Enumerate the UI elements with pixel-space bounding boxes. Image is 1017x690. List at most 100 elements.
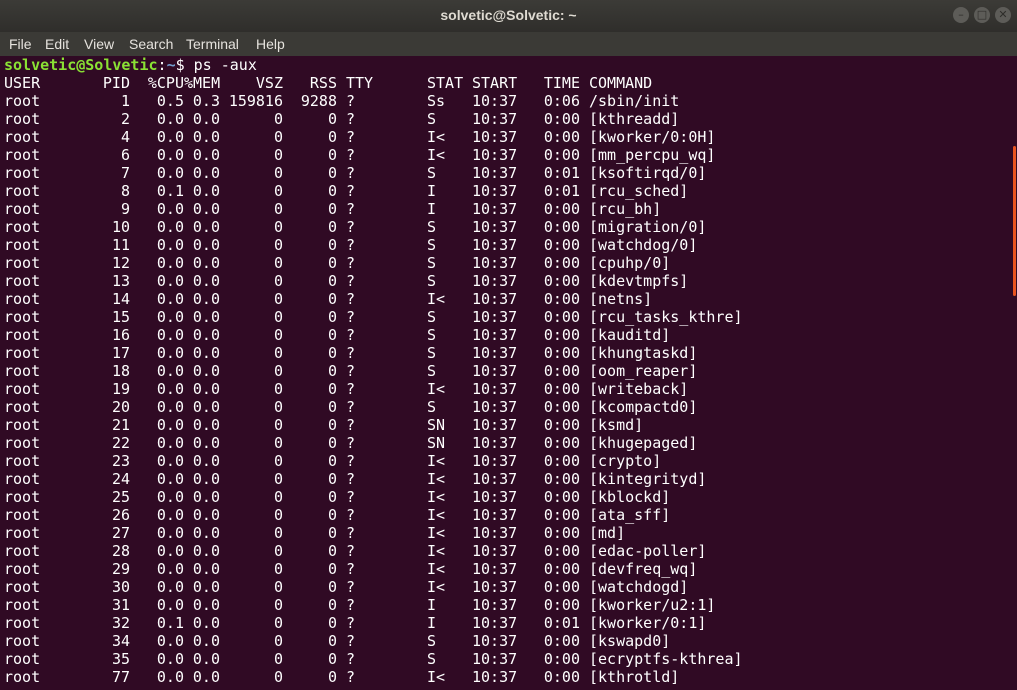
cell-cmd: [kthreadd]	[589, 110, 680, 128]
cell-cpu: 0.0	[156, 128, 184, 146]
cell-mem: 0.0	[192, 362, 220, 380]
cell-stat: I<	[427, 470, 446, 488]
cell-tty: ?	[346, 254, 356, 272]
cell-user: root	[4, 344, 41, 362]
cell-cmd: [crypto]	[589, 452, 662, 470]
cell-cmd: [ksoftirqd/0]	[589, 164, 707, 182]
cell-time: 0:00	[543, 272, 580, 290]
cell-time: 0:00	[543, 470, 580, 488]
cell-tty: ?	[346, 182, 356, 200]
cell-cpu: 0.0	[156, 344, 184, 362]
cell-cmd: [rcu_tasks_kthre]	[589, 308, 743, 326]
terminal-output[interactable]: solvetic@Solvetic:~$ ps -aux USER PID %CPU…	[0, 56, 1013, 690]
cell-mem: 0.0	[192, 164, 220, 182]
header-pid: PID	[102, 74, 130, 92]
cell-time: 0:01	[543, 164, 580, 182]
cell-cmd: [khungtaskd]	[589, 344, 698, 362]
cell-time: 0:01	[543, 182, 580, 200]
cell-rss: 0	[327, 524, 337, 542]
cell-pid: 6	[120, 146, 130, 164]
cell-start: 10:37	[472, 290, 518, 308]
cell-time: 0:00	[543, 362, 580, 380]
cell-cpu: 0.0	[156, 668, 184, 686]
cell-start: 10:37	[472, 668, 518, 686]
cell-user: root	[4, 146, 41, 164]
cell-vsz: 0	[273, 200, 283, 218]
cell-stat: I	[427, 596, 437, 614]
cell-tty: ?	[346, 632, 356, 650]
cell-user: root	[4, 506, 41, 524]
cell-cpu: 0.0	[156, 416, 184, 434]
cell-start: 10:37	[472, 146, 518, 164]
cell-time: 0:00	[543, 668, 580, 686]
cell-cpu: 0.0	[156, 650, 184, 668]
cell-stat: I	[427, 182, 437, 200]
close-button[interactable]: ✕	[995, 7, 1011, 23]
cell-mem: 0.0	[192, 596, 220, 614]
cell-rss: 0	[327, 236, 337, 254]
cell-tty: ?	[346, 542, 356, 560]
menu-file[interactable]: File	[9, 36, 32, 52]
cell-user: root	[4, 560, 41, 578]
cell-rss: 0	[327, 650, 337, 668]
scrollbar-thumb[interactable]	[1013, 146, 1016, 296]
cell-stat: I<	[427, 452, 446, 470]
cell-rss: 0	[327, 254, 337, 272]
cell-cpu: 0.0	[156, 254, 184, 272]
cell-mem: 0.0	[192, 524, 220, 542]
title-bar[interactable]: solvetic@Solvetic: ~ – □ ✕	[0, 0, 1017, 32]
cell-time: 0:00	[543, 398, 580, 416]
cell-cmd: [netns]	[589, 290, 653, 308]
menu-edit[interactable]: Edit	[45, 36, 69, 52]
cell-user: root	[4, 416, 41, 434]
cell-mem: 0.0	[192, 434, 220, 452]
cell-stat: I	[427, 614, 437, 632]
cell-tty: ?	[346, 308, 356, 326]
cell-vsz: 0	[273, 668, 283, 686]
cell-cpu: 0.0	[156, 308, 184, 326]
cell-cpu: 0.0	[156, 146, 184, 164]
cell-pid: 16	[111, 326, 130, 344]
cell-pid: 29	[111, 560, 130, 578]
cell-user: root	[4, 596, 41, 614]
scrollbar[interactable]	[1013, 56, 1017, 690]
header-rss: RSS	[309, 74, 337, 92]
cell-time: 0:00	[543, 560, 580, 578]
prompt-symbol: $	[175, 56, 185, 74]
cell-cpu: 0.0	[156, 218, 184, 236]
cell-stat: I<	[427, 380, 446, 398]
cell-mem: 0.0	[192, 146, 220, 164]
cell-stat: S	[427, 632, 437, 650]
cell-time: 0:00	[543, 416, 580, 434]
menu-help[interactable]: Help	[256, 36, 285, 52]
menu-view[interactable]: View	[84, 36, 114, 52]
cell-pid: 77	[111, 668, 130, 686]
cell-pid: 30	[111, 578, 130, 596]
cell-vsz: 0	[273, 254, 283, 272]
cell-start: 10:37	[472, 326, 518, 344]
cell-cpu: 0.0	[156, 362, 184, 380]
cell-rss: 0	[327, 110, 337, 128]
cell-vsz: 0	[273, 560, 283, 578]
cell-pid: 28	[111, 542, 130, 560]
menu-search[interactable]: Search	[129, 36, 173, 52]
cell-vsz: 0	[273, 416, 283, 434]
cell-time: 0:00	[543, 254, 580, 272]
maximize-button[interactable]: □	[974, 7, 990, 23]
menu-terminal[interactable]: Terminal	[186, 36, 239, 52]
cell-cpu: 0.0	[156, 200, 184, 218]
cell-cpu: 0.0	[156, 470, 184, 488]
cell-start: 10:37	[472, 236, 518, 254]
cell-pid: 17	[111, 344, 130, 362]
cell-tty: ?	[346, 236, 356, 254]
cell-start: 10:37	[472, 416, 518, 434]
cell-user: root	[4, 578, 41, 596]
cell-pid: 25	[111, 488, 130, 506]
cell-tty: ?	[346, 272, 356, 290]
minimize-button[interactable]: –	[953, 7, 969, 23]
cell-cpu: 0.0	[156, 398, 184, 416]
cell-start: 10:37	[472, 524, 518, 542]
cell-cmd: [rcu_sched]	[589, 182, 689, 200]
cell-user: root	[4, 236, 41, 254]
cell-cmd: [kintegrityd]	[589, 470, 707, 488]
